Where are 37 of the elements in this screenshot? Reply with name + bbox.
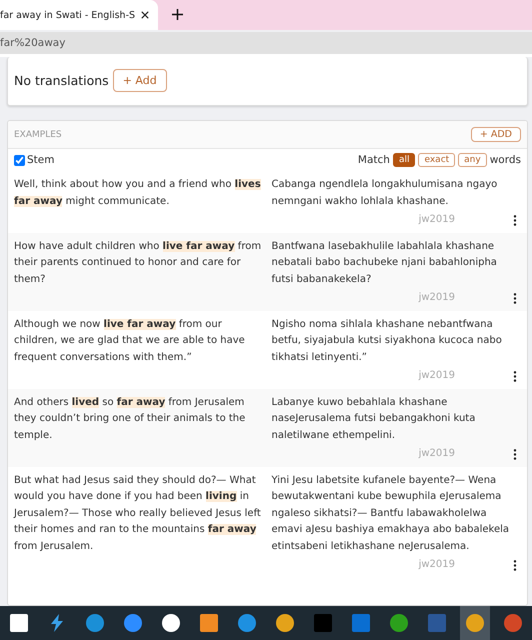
no-translations-text: No translations <box>14 73 109 88</box>
browser-tab[interactable]: far away in Swati - English-S <box>0 0 158 30</box>
more-options-icon[interactable] <box>513 214 517 226</box>
more-options-icon[interactable] <box>513 448 517 460</box>
translated-sentence: Labanye kuwo bebahlala khashane naseJerusalema futsi bebangakhoni kuta naletilwane ethempelini. <box>272 396 476 442</box>
source-label: jw2019 <box>418 558 455 572</box>
source-label: jw2019 <box>418 213 455 227</box>
more-options-icon[interactable] <box>513 560 517 571</box>
stem-checkbox[interactable] <box>14 154 25 166</box>
tab-title: far away in Swati - English-S <box>0 10 136 20</box>
source-label: jw2019 <box>418 447 455 461</box>
words-label: words <box>490 154 521 166</box>
add-button[interactable]: + ADD <box>470 127 521 142</box>
translated-sentence: Ngisho noma sihlala khashane nebantfwana betfu, siyajabula kutsi siyakhona kucoca nabo tikhatsi letinyenti.” <box>272 318 503 364</box>
source-sentence: But what had Jesus said they should do?— What would you have done if you had been living in Jerusalem?— Those who really believed Jesus left their homes and ran to the mountains far away from Jerusalem. <box>14 474 262 554</box>
match-option[interactable]: any <box>458 153 487 167</box>
new-tab-icon[interactable] <box>172 9 183 20</box>
source-sentence: Well, think about how you and a friend who lives far away might communicate. <box>14 178 262 208</box>
match-option[interactable]: exact <box>418 153 456 167</box>
translated-sentence: Yini Jesu labetsite kufanele bayente?— Wena bewutakwentani kube bewuphila eJerusalema ngaleso sikhatsi?— Bantfu labawakholelwa emavi aJesu bashiya emakhaya abo babalekela etintsabeni letikhashane neJerusalema. <box>272 474 510 554</box>
close-icon[interactable] <box>141 11 150 19</box>
section-title: EXAMPLES <box>14 130 62 140</box>
source-sentence: Although we now live far away from our children, we are glad that we are able to have frequent conversations with them.” <box>14 318 246 364</box>
source-label: jw2019 <box>418 369 455 383</box>
match-option[interactable]: all <box>392 153 416 167</box>
source-sentence: How have adult children who live far away from their parents continued to honor and care for them? <box>14 240 262 286</box>
source-sentence: And others lived so far away from Jerusalem they couldn’t bring one of their animals to the temple. <box>14 396 246 442</box>
more-options-icon[interactable] <box>513 370 517 382</box>
address-bar[interactable]: far%20away <box>0 32 532 57</box>
translated-sentence: Bantfwana lasebakhulile labahlala khashane nebatali babo bachubeke njani babahlonipha futsi babanakekela? <box>272 240 498 286</box>
source-label: jw2019 <box>418 291 455 305</box>
match-label: Match <box>358 154 390 166</box>
stem-label: Stem <box>27 154 54 166</box>
add-button[interactable]: + Add <box>112 69 167 92</box>
translated-sentence: Cabanga ngendlela longakhulumisana ngayo nemngani wakho lohlala khashane. <box>272 178 498 208</box>
more-options-icon[interactable] <box>513 292 517 304</box>
url-text: far%20away <box>0 37 66 49</box>
